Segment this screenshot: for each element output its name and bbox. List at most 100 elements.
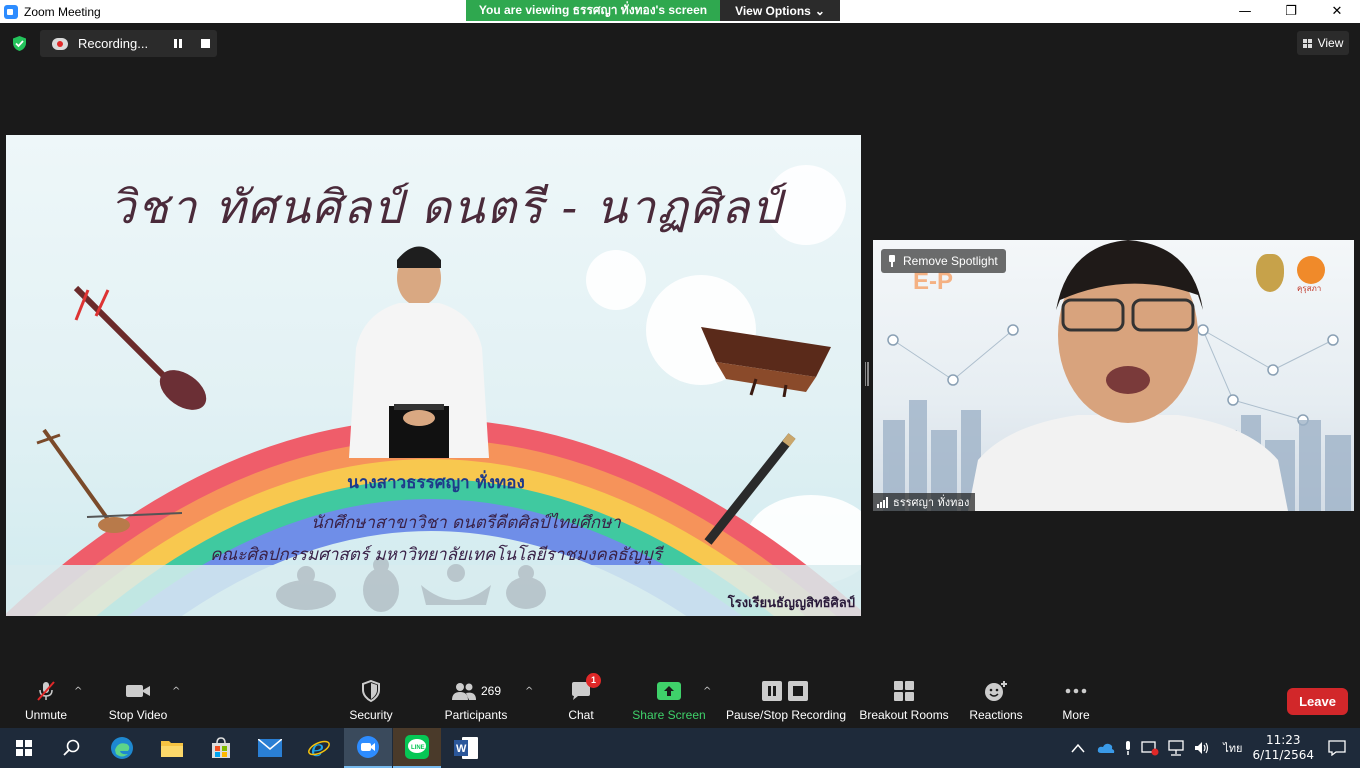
taskbar-file-explorer[interactable] [148,728,196,768]
remove-spotlight-button[interactable]: Remove Spotlight [881,249,1006,273]
audio-options-caret[interactable]: ^ [74,686,82,697]
zoom-app-icon [357,736,379,758]
kurusapha-logo-icon [1297,256,1325,284]
system-tray: ไทย 11:23 6/11/2564 [1071,728,1360,768]
participants-count: 269 [480,683,502,698]
breakout-rooms-label: Breakout Rooms [859,707,949,722]
clock-date: 6/11/2564 [1252,748,1314,762]
edge-browser-icon [111,737,133,759]
share-options-caret[interactable]: ^ [703,686,711,697]
erhu-icon [36,428,182,533]
viewing-text: You are viewing ธรรศญา ทั่งทอง's screen [466,0,720,21]
taskbar-line[interactable]: LINE [393,728,441,768]
stop-recording-button[interactable] [201,39,210,48]
search-icon [63,739,80,756]
remove-spotlight-label: Remove Spotlight [903,254,998,268]
minimize-button[interactable]: — [1222,0,1268,23]
participant-name-tag: ธรรศญา ทั่งทอง [873,493,976,511]
line-app-icon: LINE [405,735,429,759]
security-button[interactable]: Security [343,672,399,728]
participants-options-caret[interactable]: ^ [525,686,533,697]
svg-text:e: e [311,737,324,760]
unmute-button[interactable]: Unmute [18,672,74,728]
security-shield-icon [361,679,381,703]
microphone-tray-icon[interactable] [1123,740,1133,756]
store-bag-icon [212,737,230,758]
taskbar-zoom[interactable] [344,728,392,768]
chat-button[interactable]: 1 Chat [561,672,601,728]
participant-video [968,240,1288,511]
presenter-name: นางสาวธรรศญา ทั่งทอง [347,473,525,493]
security-label: Security [349,707,393,722]
view-button[interactable]: View [1297,31,1349,55]
so-fiddle-icon [73,285,207,410]
pause-stop-recording-label: Pause/Stop Recording [725,707,847,722]
recording-label: Recording... [78,36,149,51]
shared-screen[interactable]: วิชา ทัศนศิลป์ ดนตรี - นาฏศิลป์ นางสาวธร… [6,135,861,616]
participants-icon: 269 [451,679,501,703]
more-button[interactable]: More [1056,672,1096,728]
maximize-button[interactable]: ❐ [1268,0,1314,23]
breakout-rooms-button[interactable]: Breakout Rooms [859,672,949,728]
view-options-button[interactable]: View Options ⌄ [720,0,840,21]
search-button[interactable] [48,728,96,768]
onedrive-cloud-icon[interactable] [1097,742,1115,754]
taskbar-store[interactable] [197,728,245,768]
ellipsis-icon [1065,679,1087,703]
encryption-shield-icon[interactable] [11,35,28,52]
school-name: โรงเรียนธัญญสิทธิศิลป์ [727,596,855,611]
share-screen-label: Share Screen [632,707,706,722]
grid-view-icon [1302,38,1312,48]
input-language-indicator[interactable]: ไทย [1223,739,1242,757]
emoji-add-icon [984,679,1008,703]
cloud-record-icon [52,37,68,50]
volume-icon[interactable] [1193,740,1211,756]
internet-explorer-icon: e [308,737,330,760]
clock-time: 11:23 [1265,733,1301,747]
viewing-banner: You are viewing ธรรศญา ทั่งทอง's screen … [466,0,840,21]
recording-indicator: Recording... [40,30,217,57]
department-text: นักศึกษาสาขาวิชา ดนตรีคีตศิลป์ไทยศึกษา [311,513,621,533]
notification-center-icon[interactable] [1328,740,1346,756]
taskbar-word[interactable]: W [442,728,490,768]
folder-icon [161,741,183,757]
reactions-button[interactable]: Reactions [966,672,1026,728]
share-screen-button[interactable]: Share Screen [632,672,706,728]
view-label: View [1317,36,1344,50]
spotlight-video-tile[interactable]: E-P คุรุสภา Remove Spotlight ธรรศญา ทั่ง… [873,240,1354,511]
panel-splitter[interactable] [865,362,870,386]
microphone-muted-icon [35,679,57,703]
reactions-label: Reactions [969,707,1023,722]
taskbar-clock[interactable]: 11:23 6/11/2564 [1252,733,1314,763]
title-bar: Zoom Meeting You are viewing ธรรศญา ทั่ง… [0,0,1360,23]
taskbar-edge[interactable] [98,728,146,768]
signal-strength-icon [877,496,888,508]
screen-record-tray-icon[interactable] [1141,740,1159,756]
start-button[interactable] [0,728,48,768]
windows-taskbar: e LINE W ไทย 11:23 6/11/2564 [0,728,1360,768]
chevron-up-icon[interactable] [1071,743,1085,753]
svg-text:W: W [456,743,467,755]
participants-button[interactable]: 269 Participants [440,672,512,728]
close-button[interactable]: ✕ [1314,0,1360,23]
taskbar-internet-explorer[interactable]: e [295,728,343,768]
view-options-label: View Options [735,3,811,18]
windows-logo-icon [16,740,32,756]
ranat-xylophone-icon [701,327,831,397]
word-icon: W [454,737,478,759]
stop-video-button[interactable]: Stop Video [104,672,172,728]
taskbar-mail[interactable] [246,728,294,768]
window-controls: — ❐ ✕ [1222,0,1360,23]
pause-stop-recording-button[interactable]: Pause/Stop Recording [725,672,847,728]
network-icon[interactable] [1167,740,1185,756]
participants-label: Participants [444,707,508,722]
leave-button[interactable]: Leave [1287,688,1348,715]
unmute-label: Unmute [24,707,68,722]
pause-recording-button[interactable] [174,39,183,48]
video-options-caret[interactable]: ^ [172,686,180,697]
video-camera-icon [125,679,151,703]
stop-video-label: Stop Video [108,707,168,722]
meeting-toolbar: Unmute ^ Stop Video ^ Security 269 Parti… [0,672,1360,728]
slide-title: วิชา ทัศนศิลป์ ดนตรี - นาฏศิลป์ [109,180,783,234]
zoom-logo-icon [4,4,18,19]
